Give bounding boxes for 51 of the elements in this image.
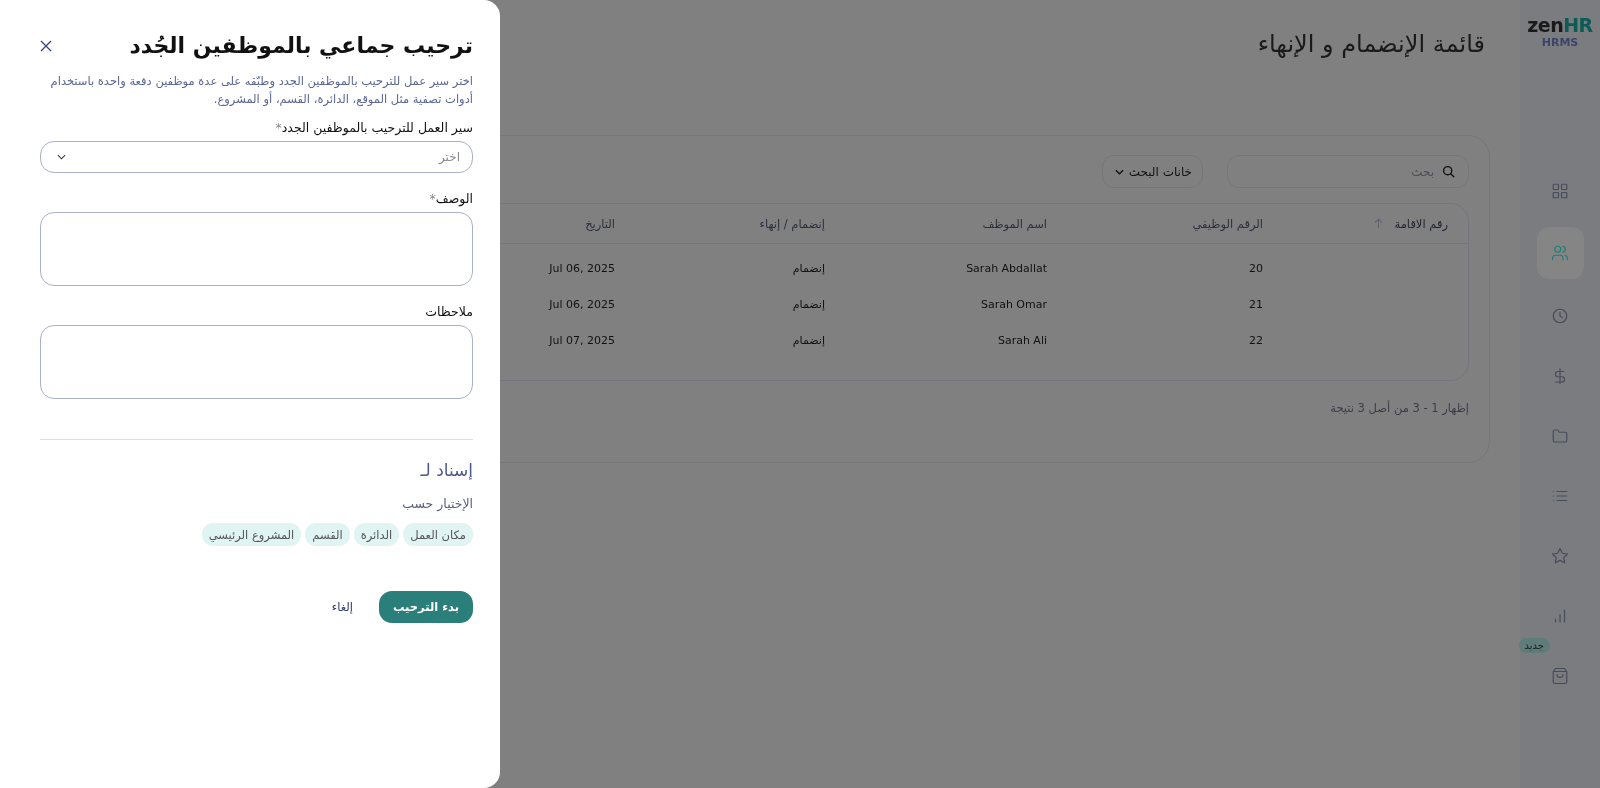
select-by-label: الإختيار حسب bbox=[401, 496, 473, 511]
table-cell: Sarah Abdallat bbox=[966, 261, 1047, 275]
search-icon bbox=[1442, 165, 1455, 178]
field-label: سير العمل للترحيب بالموظفين الجدد* bbox=[274, 120, 473, 135]
table-cell: Jul 07, 2025 bbox=[549, 333, 615, 347]
pagination-info: إظهار 1 - 3 من أصل 3 نتيجة bbox=[1329, 401, 1469, 415]
column-header[interactable]: إنضمام / إنهاء bbox=[759, 216, 825, 231]
clock-icon bbox=[1551, 306, 1569, 325]
cancel-button[interactable]: إلغاء bbox=[325, 599, 359, 615]
table-cell: Jul 06, 2025 bbox=[549, 297, 615, 311]
column-header[interactable]: رقم الاقامة bbox=[1373, 216, 1448, 231]
caret-icon bbox=[1114, 168, 1124, 175]
table-cell: 22 bbox=[1249, 333, 1263, 347]
filter-chip[interactable]: المشروع الرئيسي bbox=[201, 523, 302, 546]
drawer-title: ترحيب جماعي بالموظفين الجُدد bbox=[129, 33, 473, 58]
close-icon[interactable] bbox=[40, 39, 52, 52]
table-cell: Jul 06, 2025 bbox=[549, 261, 615, 275]
table-cell: Sarah Ali bbox=[997, 333, 1047, 347]
sort-arrow-icon[interactable] bbox=[1373, 218, 1383, 229]
drawer-description: اختر سير عمل للترحيب بالموظفين الجدد وطبّقه على عدة موظفين دفعة واحدة باستخدام أدوات تصفية مثل الموقع، الدائرة، القسم، أو المشروع. bbox=[49, 73, 473, 108]
column-header[interactable]: التاريخ bbox=[585, 216, 615, 231]
table-cell: إنضمام bbox=[792, 333, 825, 347]
page-title: قائمة الإنضمام و الإنهاء bbox=[1257, 30, 1485, 60]
table-cell: إنضمام bbox=[792, 297, 825, 311]
table-cell: 21 bbox=[1249, 297, 1263, 311]
sidebar-item[interactable] bbox=[1536, 227, 1584, 279]
start-button[interactable]: بدء الترحيب bbox=[378, 591, 473, 623]
folder-icon bbox=[1551, 426, 1569, 445]
logo: zenHR bbox=[1527, 14, 1593, 36]
filter-chip[interactable]: الدائرة bbox=[353, 523, 400, 546]
logo-subtitle: HRMS bbox=[1541, 36, 1579, 49]
grid-icon bbox=[1551, 181, 1569, 200]
section-heading: إسناد لـ bbox=[419, 460, 473, 480]
table-cell: Sarah Omar bbox=[980, 297, 1047, 311]
filter-chip[interactable]: مكان العمل bbox=[403, 523, 473, 546]
field-label: الوصف* bbox=[428, 191, 473, 206]
text-area[interactable] bbox=[40, 325, 473, 399]
column-header[interactable]: اسم الموظف bbox=[982, 216, 1047, 231]
shopping-bag-icon bbox=[1551, 666, 1569, 685]
chevron-down-icon bbox=[57, 154, 66, 160]
search-fields-dropdown[interactable]: خانات البحث bbox=[1101, 155, 1203, 188]
star-icon bbox=[1551, 546, 1569, 565]
text-area[interactable] bbox=[40, 212, 473, 286]
table-cell: 20 bbox=[1249, 261, 1263, 275]
field-label: ملاحظات bbox=[424, 304, 473, 319]
table-cell: إنضمام bbox=[792, 261, 825, 275]
column-header[interactable]: الرقم الوظيفي bbox=[1192, 216, 1263, 231]
new-badge: جديد bbox=[1518, 638, 1550, 653]
workflow-select[interactable]: اختر bbox=[40, 141, 473, 173]
filter-chip[interactable]: القسم bbox=[305, 523, 350, 546]
people-icon bbox=[1551, 244, 1569, 262]
